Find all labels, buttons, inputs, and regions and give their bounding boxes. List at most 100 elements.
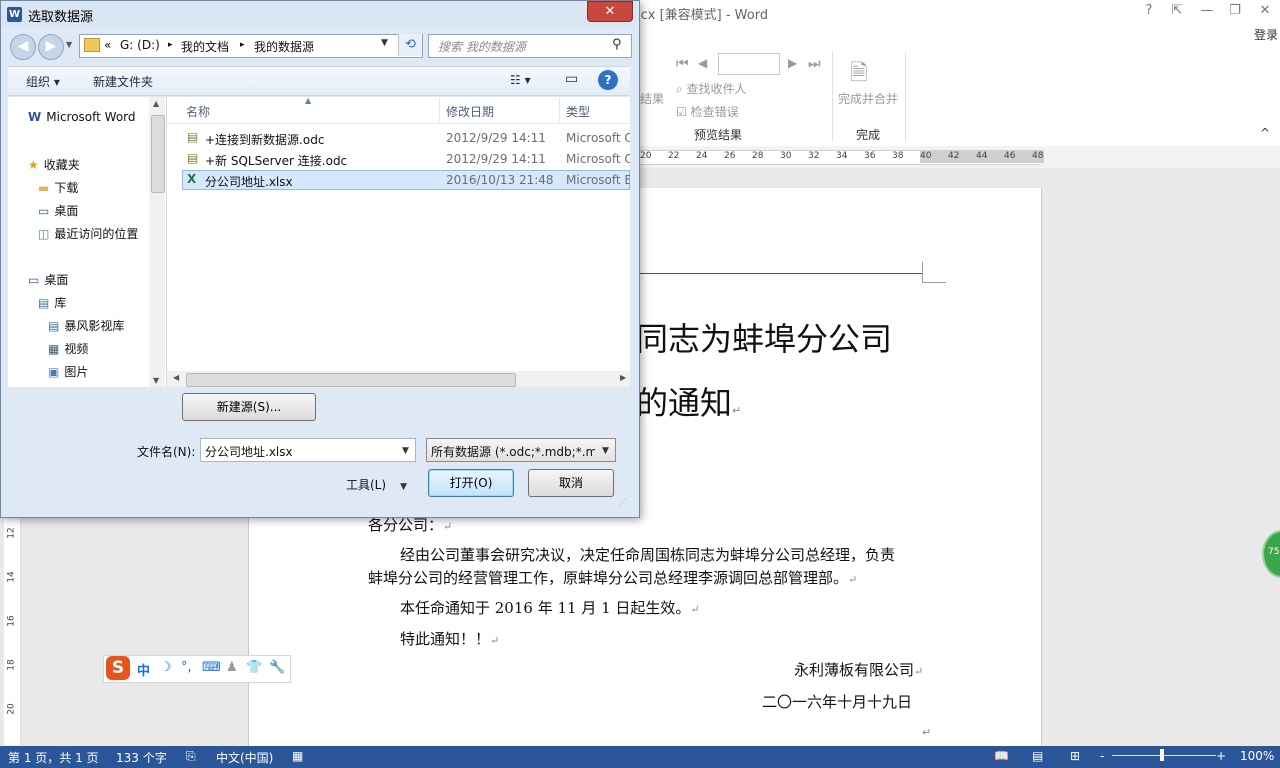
web-layout-icon[interactable]: ⊞	[1070, 749, 1080, 763]
column-header-name[interactable]: 名称	[186, 103, 210, 120]
column-header-type[interactable]: 类型	[566, 103, 590, 120]
open-button[interactable]: 打开(O)	[428, 469, 514, 497]
scroll-right-icon[interactable]: ▶	[620, 373, 626, 382]
nav-item[interactable]: ◫ 最近访问的位置	[38, 225, 138, 242]
tools-icon[interactable]: 🔧	[269, 660, 285, 675]
tools-dropdown-icon: ▼	[400, 482, 407, 492]
vertical-ruler-tick-label: 12	[6, 527, 17, 539]
punctuation-icon[interactable]: °,	[181, 660, 192, 675]
refresh-icon[interactable]: ⟲	[398, 34, 422, 56]
macro-icon[interactable]: ▦	[292, 749, 303, 763]
first-record-icon[interactable]: ⏮	[676, 56, 689, 72]
next-record-icon[interactable]: ▶	[788, 56, 797, 70]
skin-icon[interactable]: 👕	[246, 660, 262, 675]
breadcrumb-separator-icon[interactable]: ▸	[240, 40, 245, 50]
paragraph-mark: ↵	[914, 665, 924, 678]
keyboard-icon[interactable]: ⌨	[202, 660, 221, 675]
collapse-ribbon-icon[interactable]: ^	[1260, 126, 1270, 140]
dialog-titlebar[interactable]	[1, 1, 637, 29]
nav-item-label: 收藏夹	[43, 158, 80, 172]
new-source-button[interactable]: 新建源(S)...	[182, 393, 316, 421]
help-icon[interactable]: ?	[598, 70, 618, 90]
print-layout-icon[interactable]: ▤	[1032, 749, 1043, 763]
address-overflow[interactable]: «	[104, 38, 111, 52]
zoom-level[interactable]: 100%	[1240, 749, 1274, 763]
back-button[interactable]: ◀	[10, 34, 36, 60]
record-number-input[interactable]	[718, 53, 780, 75]
prev-record-icon[interactable]: ◀	[698, 56, 707, 70]
nav-item[interactable]: ▭ 桌面	[28, 271, 68, 288]
zoom-slider-thumb[interactable]	[1160, 749, 1164, 761]
nav-scroll-thumb[interactable]	[151, 115, 165, 193]
word-count[interactable]: 133 个字	[116, 749, 167, 766]
last-record-icon[interactable]: ⏭	[808, 56, 821, 72]
zoom-out-button[interactable]: -	[1100, 749, 1104, 763]
nav-item[interactable]: ▤ 库	[38, 294, 66, 311]
zoom-slider-track[interactable]	[1112, 755, 1216, 756]
restore-button[interactable]: ❐	[1224, 2, 1246, 20]
check-errors-icon: ☑	[676, 105, 691, 119]
nav-item[interactable]: ▣ 图片	[48, 363, 88, 380]
ime-mode-icon[interactable]: 中	[137, 660, 150, 679]
preview-pane-icon[interactable]: ▭	[565, 71, 578, 87]
horizontal-scroll-thumb[interactable]	[186, 373, 516, 387]
tools-menu[interactable]: 工具(L) ▼	[346, 476, 407, 493]
ruler-tick-label: 46	[1004, 151, 1016, 161]
check-errors-button[interactable]: ☑ 检查错误	[676, 103, 739, 120]
scroll-left-icon[interactable]: ◀	[173, 373, 179, 382]
search-icon[interactable]: ⚲	[612, 37, 622, 52]
login-link[interactable]: 登录	[1254, 26, 1278, 43]
ruler-tick-label: 30	[780, 151, 792, 161]
column-divider[interactable]	[559, 98, 560, 122]
forward-button[interactable]: ▶	[38, 34, 64, 60]
dialog-close-button[interactable]: ✕	[587, 1, 633, 22]
page-count[interactable]: 第 1 页，共 1 页	[8, 749, 99, 766]
breadcrumb-datasources[interactable]: 我的数据源	[254, 38, 314, 55]
user-icon[interactable]: ♟	[226, 660, 238, 675]
address-dropdown-icon[interactable]: ▼	[381, 38, 388, 48]
ribbon-display-icon[interactable]: ⇱	[1166, 2, 1188, 20]
file-type-filter-value: 所有数据源 (*.odc;*.mdb;*.mde	[431, 445, 595, 459]
margin-mark	[922, 282, 946, 283]
close-button[interactable]: ✕	[1254, 2, 1276, 20]
history-dropdown-icon[interactable]: ▼	[66, 40, 72, 49]
scroll-up-icon[interactable]: ▲	[153, 99, 159, 108]
scroll-down-icon[interactable]: ▼	[153, 376, 159, 385]
company-text: 永利薄板有限公司	[794, 661, 915, 679]
ruler-tick-label: 48	[1032, 151, 1044, 161]
filename-dropdown-icon[interactable]: ▼	[402, 446, 409, 456]
organize-menu[interactable]: 组织 ▾	[26, 73, 60, 90]
read-mode-icon[interactable]: 📖	[994, 749, 1009, 763]
nav-item-label: 图片	[64, 365, 89, 379]
views-icon[interactable]: ☷ ▾	[510, 73, 531, 87]
nav-item[interactable]: ★ 收藏夹	[28, 156, 80, 173]
resize-grip-icon[interactable]: ⋰	[618, 498, 627, 508]
zoom-in-button[interactable]: +	[1216, 749, 1226, 763]
language-indicator[interactable]: 中文(中国)	[216, 749, 273, 766]
finish-merge-button[interactable]: 完成并合并	[838, 90, 898, 107]
filename-value[interactable]: 分公司地址.xlsx	[205, 443, 293, 460]
column-divider[interactable]	[439, 98, 440, 122]
find-recipient-button[interactable]: ⌕ 查找收件人	[676, 80, 747, 97]
word-app-icon: W	[7, 7, 22, 22]
new-folder-button[interactable]: 新建文件夹	[93, 73, 153, 90]
ruler-tick-label: 42	[948, 151, 960, 161]
nav-item[interactable]: W Microsoft Word	[28, 110, 136, 124]
nav-item-label: 暴风影视库	[64, 319, 125, 333]
breadcrumb-separator-icon[interactable]: ▸	[168, 40, 173, 50]
minimize-button[interactable]: —	[1196, 2, 1218, 20]
nav-item[interactable]: ▭ 桌面	[38, 202, 78, 219]
sogou-logo-icon[interactable]: S	[106, 656, 130, 680]
nav-item[interactable]: ▤ 暴风影视库	[48, 317, 124, 334]
proofing-icon[interactable]: ⎘	[186, 749, 196, 764]
breadcrumb-drive[interactable]: G: (D:)	[120, 38, 160, 52]
nav-item[interactable]: ▦ 视频	[48, 340, 88, 357]
cancel-button[interactable]: 取消	[528, 469, 614, 497]
column-header-date[interactable]: 修改日期	[446, 103, 494, 120]
nav-item[interactable]: ▬ 下载	[38, 179, 78, 196]
ime-toolbar[interactable]	[103, 655, 291, 683]
filter-dropdown-icon[interactable]: ▼	[602, 446, 609, 456]
help-icon[interactable]: ?	[1138, 2, 1160, 20]
breadcrumb-documents[interactable]: 我的文档	[181, 38, 229, 55]
moon-icon[interactable]: ☽	[160, 660, 172, 675]
